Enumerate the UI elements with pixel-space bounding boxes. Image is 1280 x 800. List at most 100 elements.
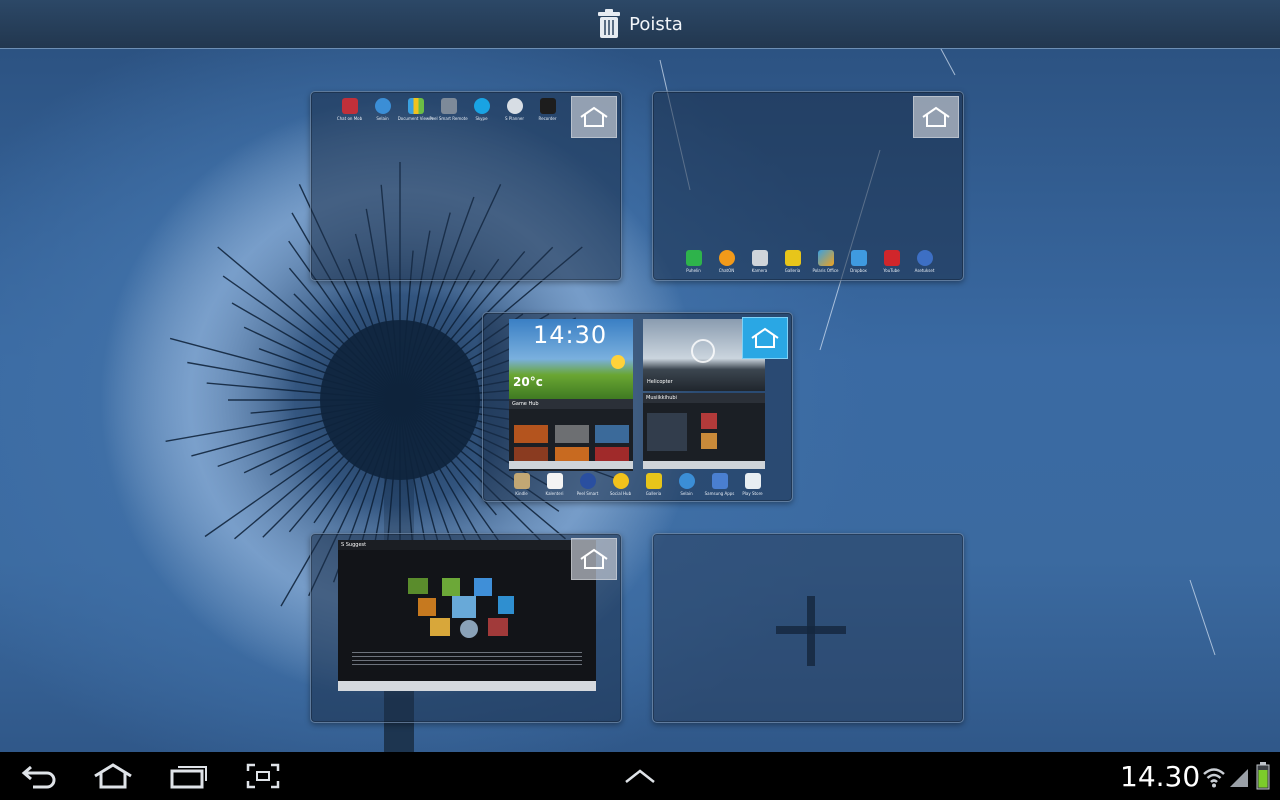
app-shortcut: Polaris Office	[809, 250, 842, 273]
set-main-home-button[interactable]	[913, 96, 959, 138]
page-2-app-row: Puhelin ChatON Kamera Galleria Polaris O…	[677, 250, 941, 273]
set-main-home-button[interactable]	[571, 538, 617, 580]
app-shortcut: Social Hub	[604, 473, 637, 496]
suggest-app-tile	[474, 578, 492, 596]
game-tile	[595, 425, 629, 443]
suggest-app-tile	[498, 596, 514, 614]
home-icon	[580, 106, 608, 127]
search-bar	[643, 461, 765, 469]
status-clock[interactable]: 14.30	[1120, 760, 1200, 793]
system-nav-bar: 14.30	[0, 752, 1280, 800]
back-button[interactable]	[16, 752, 62, 800]
app-social-hub-icon	[612, 473, 629, 489]
app-samsung-apps-icon	[711, 473, 728, 489]
app-shortcut: Selain	[670, 473, 703, 496]
app-dropbox-icon	[850, 250, 867, 266]
album-art	[701, 413, 717, 429]
back-icon	[21, 765, 56, 789]
battery-icon	[1256, 762, 1270, 790]
search-bar	[509, 461, 633, 469]
wifi-icon	[1203, 768, 1225, 788]
app-phone-icon	[685, 250, 702, 266]
app-cloud	[408, 578, 528, 640]
app-shortcut: Selain	[366, 98, 399, 121]
chevron-up-icon	[625, 769, 655, 783]
app-formula-icon	[539, 98, 556, 114]
suggest-app-tile	[488, 618, 508, 636]
suggest-app-tile	[430, 618, 450, 636]
app-shortcut: Galleria	[637, 473, 670, 496]
app-chaton-icon	[718, 250, 735, 266]
set-main-home-button[interactable]	[571, 96, 617, 138]
app-shortcut: Peel Smart	[571, 473, 604, 496]
home-page-thumbnail-3[interactable]: 14:30 20°c Game Hub Helicopter Musiikkih…	[482, 312, 793, 502]
suggest-app-tile	[408, 578, 428, 594]
app-skype-icon	[473, 98, 490, 114]
page-1-app-row: Chat on Mob Selain Document Viewer Peel …	[333, 98, 564, 121]
trash-icon	[598, 9, 621, 38]
delete-button[interactable]: Poista	[587, 0, 693, 49]
main-home-indicator-button[interactable]	[742, 317, 788, 359]
app-shortcut: Play Store	[736, 473, 769, 496]
app-shortcut: Chat on Mob	[333, 98, 366, 121]
game-tile	[595, 447, 629, 461]
play-icon	[691, 339, 715, 363]
recent-apps-icon	[170, 766, 207, 789]
app-calendar-icon	[546, 473, 563, 489]
app-shortcut: Puhelin	[677, 250, 710, 273]
app-search-icon	[506, 98, 523, 114]
video-title: Helicopter	[647, 379, 673, 385]
app-kindle-icon	[513, 473, 530, 489]
add-page-button[interactable]	[652, 533, 964, 723]
album-art	[701, 433, 717, 449]
suggest-app-tile	[442, 578, 460, 596]
app-play-store-icon	[744, 473, 761, 489]
plus-icon	[807, 596, 815, 666]
app-office-icon	[817, 250, 834, 266]
home-page-thumbnail-1[interactable]: Chat on Mob Selain Document Viewer Peel …	[310, 91, 622, 281]
app-shortcut: Samsung Apps	[703, 473, 736, 496]
game-tile	[555, 425, 589, 443]
home-page-thumbnail-2[interactable]: Puhelin ChatON Kamera Galleria Polaris O…	[652, 91, 964, 281]
app-shortcut: Asetukset	[908, 250, 941, 273]
suggest-description	[352, 652, 582, 666]
home-icon	[94, 763, 132, 789]
app-settings-icon	[916, 250, 933, 266]
album-art	[647, 413, 687, 451]
app-shortcut: Skype	[465, 98, 498, 121]
app-shortcut: Kindle	[505, 473, 538, 496]
search-bar	[338, 681, 596, 691]
app-shortcut: Document Viewer	[398, 98, 433, 121]
app-remote-icon	[440, 98, 457, 114]
app-shortcut: YouTube	[875, 250, 908, 273]
app-youtube-icon	[883, 250, 900, 266]
recent-apps-button[interactable]	[168, 752, 210, 800]
suggest-app-tile	[452, 596, 476, 618]
app-document-icon	[407, 98, 424, 114]
top-bar: Poista	[0, 0, 1280, 49]
weather-clock-widget: 14:30 20°c	[509, 319, 633, 399]
app-shortcut: S Planner	[498, 98, 531, 121]
signal-icon	[1230, 769, 1248, 787]
screenshot-icon	[246, 763, 280, 789]
home-button[interactable]	[90, 752, 136, 800]
home-icon	[922, 106, 950, 127]
page-3-dock: Kindle Kalenteri Peel Smart Social Hub G…	[505, 473, 769, 496]
music-hub-widget: Musiikkihubi	[643, 393, 765, 461]
suggest-app-tile	[418, 598, 436, 616]
home-page-thumbnail-4[interactable]: S Suggest	[310, 533, 622, 723]
app-gallery-icon	[645, 473, 662, 489]
game-tile	[514, 447, 548, 461]
game-tile	[555, 447, 589, 461]
app-shortcut: Recorder	[531, 98, 564, 121]
sun-icon	[611, 355, 625, 369]
screenshot-button[interactable]	[244, 752, 282, 800]
app-shortcut: ChatON	[710, 250, 743, 273]
suggest-app-tile	[460, 620, 478, 638]
widget-temperature: 20°c	[513, 375, 543, 389]
app-gallery-icon	[784, 250, 801, 266]
app-shortcut: Peel Smart Remote	[429, 98, 468, 121]
app-shortcut: Galleria	[776, 250, 809, 273]
app-shortcut: Dropbox	[842, 250, 875, 273]
mini-apps-tray-button[interactable]	[620, 752, 660, 800]
